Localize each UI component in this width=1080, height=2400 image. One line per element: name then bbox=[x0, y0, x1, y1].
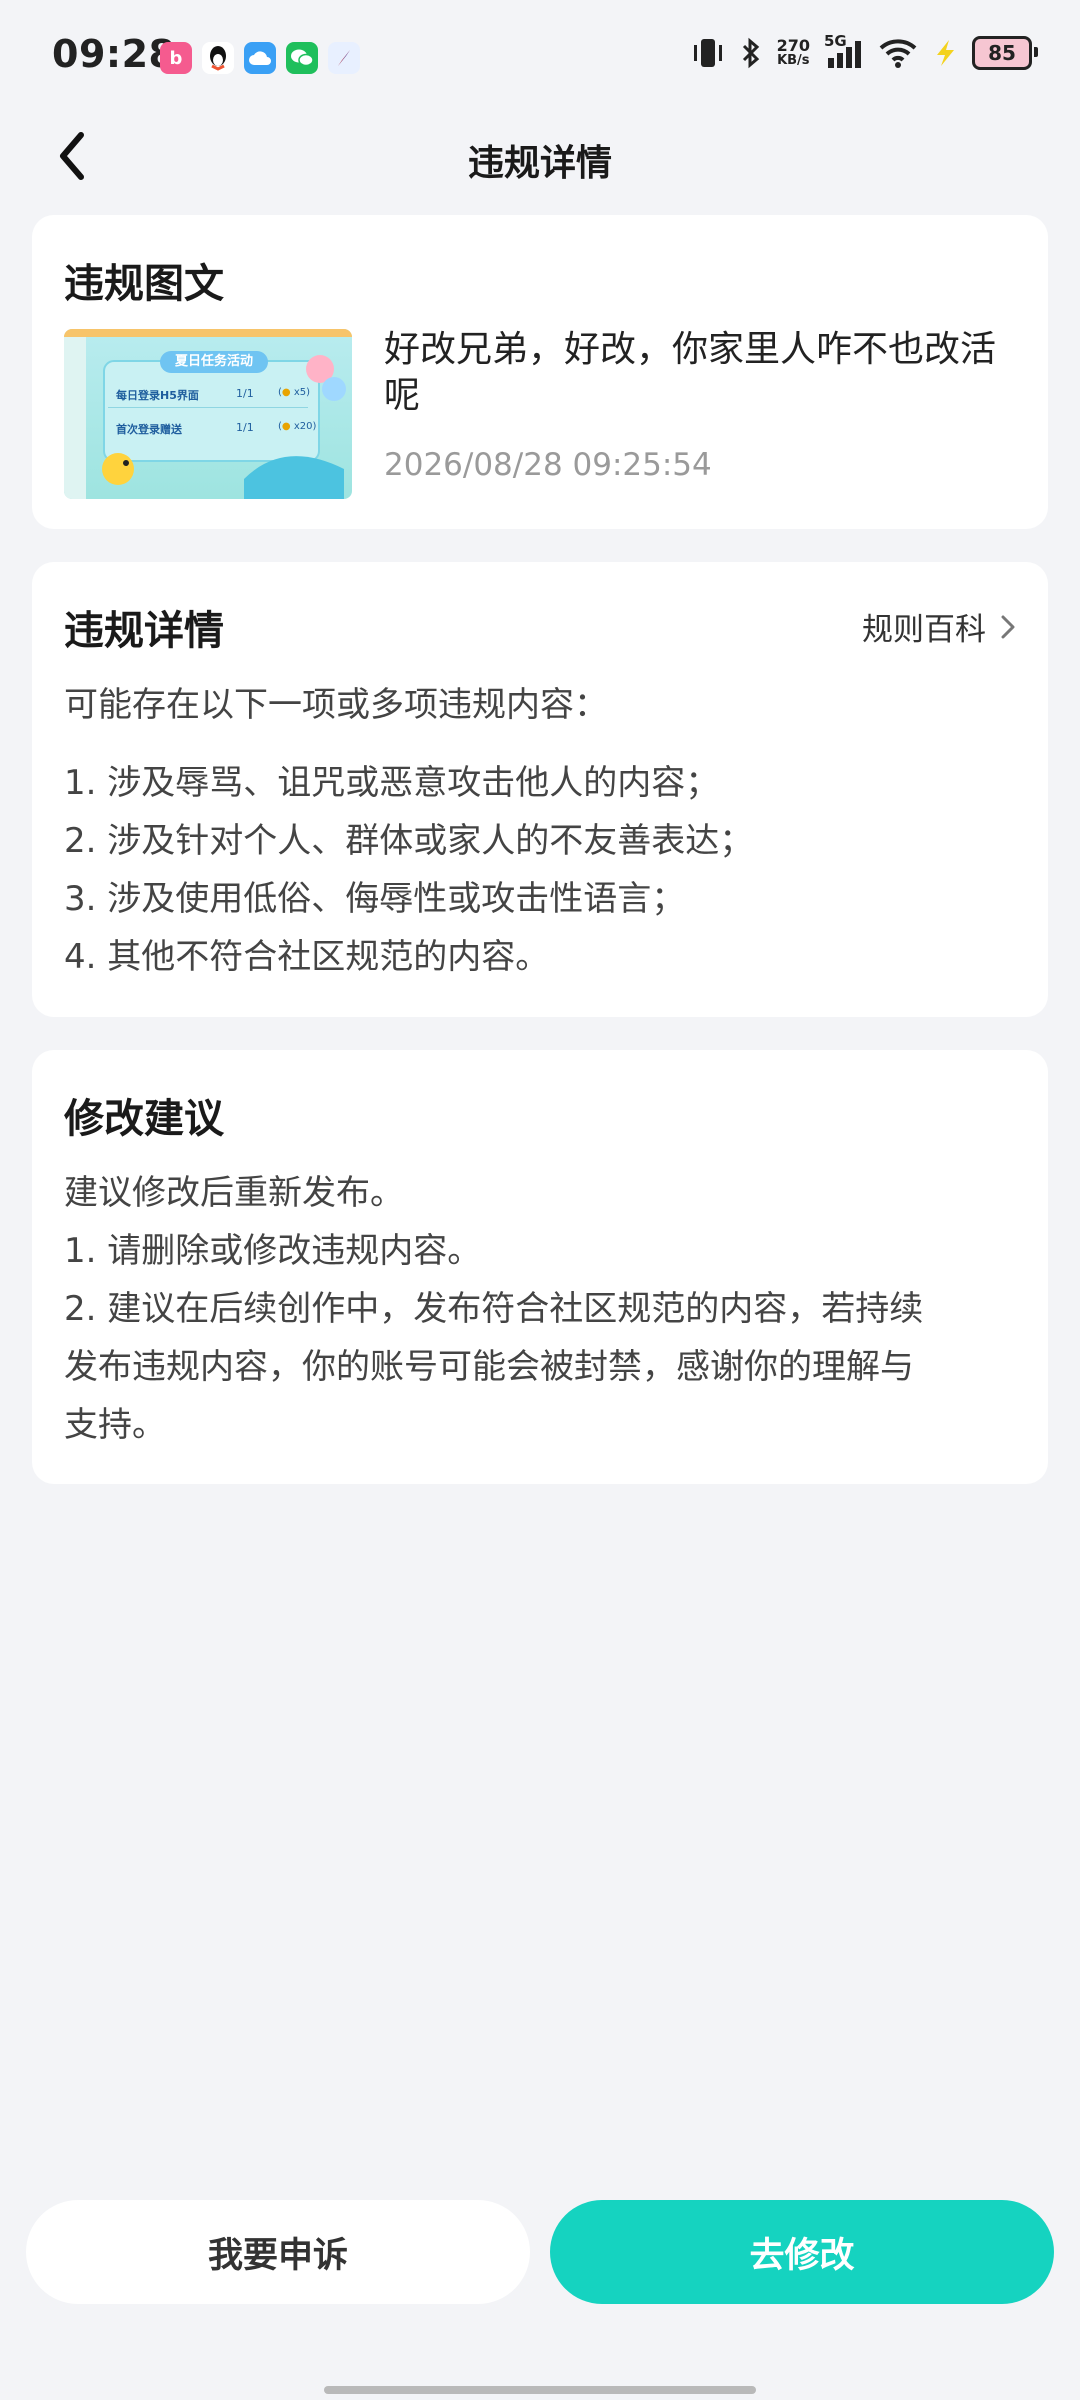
home-indicator[interactable] bbox=[324, 2386, 756, 2394]
rules-encyclopedia-link[interactable]: 规则百科 bbox=[862, 604, 1016, 649]
suggestion-line-5: 支持。 bbox=[64, 1405, 166, 1445]
charging-bolt-icon bbox=[937, 40, 954, 66]
net-speed-value: 270 bbox=[776, 36, 810, 55]
network-speed: 270 KB/s bbox=[776, 36, 810, 69]
violating-post-card: 违规图文 夏日任务活动 每日登录H5界面 1/1 (● x5) 首次登录赠送 1… bbox=[32, 215, 1048, 529]
post-text: 好改兄弟，好改，你家里人咋不也改活呢 bbox=[384, 329, 997, 416]
suggestion-line-3: 2. 建议在后续创作中，发布符合社区规范的内容，若持续 bbox=[64, 1289, 924, 1329]
thumbnail-row-1-reward-value: x5 bbox=[293, 387, 307, 398]
thumbnail-row-2-label: 首次登录赠送 bbox=[116, 423, 182, 436]
modification-suggestion-card: 修改建议 建议修改后重新发布。 1. 请删除或修改违规内容。 2. 建议在后续创… bbox=[32, 1050, 1048, 1484]
suggestion-line-1: 建议修改后重新发布。 bbox=[64, 1173, 404, 1213]
thumbnail-row-2-progress: 1/1 bbox=[236, 421, 254, 434]
rules-link-label: 规则百科 bbox=[862, 612, 986, 648]
suggestion-line-2: 1. 请删除或修改违规内容。 bbox=[64, 1231, 482, 1271]
page-title: 违规详情 bbox=[467, 143, 612, 184]
status-time: 09:28 bbox=[52, 32, 176, 76]
qq-icon bbox=[202, 42, 234, 74]
violation-card-title: 违规详情 bbox=[64, 608, 224, 654]
chevron-right-icon bbox=[1001, 615, 1015, 638]
thumbnail-row-1-reward: (● x5) bbox=[278, 387, 311, 398]
top-nav-bar: 违规详情 bbox=[0, 112, 1080, 202]
thumbnail-row-1-label: 每日登录H5界面 bbox=[116, 389, 199, 402]
net-speed-unit: KB/s bbox=[777, 53, 810, 68]
violation-item-3: 3. 涉及使用低俗、侮辱性或攻击性语言； bbox=[64, 879, 686, 919]
notification-icons: b bbox=[160, 42, 360, 74]
cellular-signal: 5G bbox=[824, 32, 864, 70]
compass-icon bbox=[328, 42, 360, 74]
bilibili-icon: b bbox=[160, 42, 192, 74]
thumbnail-row-1-progress: 1/1 bbox=[236, 387, 254, 400]
suggestion-line-4: 发布违规内容，你的账号可能会被封禁，感谢你的理解与 bbox=[64, 1347, 914, 1387]
thumbnail-banner: 夏日任务活动 bbox=[160, 351, 268, 373]
violation-item-1: 1. 涉及辱骂、诅咒或恶意攻击他人的内容； bbox=[64, 763, 720, 803]
violation-item-4: 4. 其他不符合社区规范的内容。 bbox=[64, 937, 550, 977]
violation-item-2: 2. 涉及针对个人、群体或家人的不友善表达； bbox=[64, 821, 754, 861]
thumbnail-divider bbox=[108, 407, 308, 408]
thumbnail-row-2-reward-value: x20 bbox=[293, 421, 313, 432]
post-thumbnail[interactable]: 夏日任务活动 每日登录H5界面 1/1 (● x5) 首次登录赠送 1/1 (●… bbox=[64, 329, 352, 499]
network-type: 5G bbox=[824, 32, 847, 50]
status-bar: 09:28 b 270 KB/s 5G 85 bbox=[0, 0, 1080, 112]
battery-level: 85 bbox=[988, 41, 1016, 65]
suggestion-card-title: 修改建议 bbox=[64, 1096, 224, 1142]
wechat-icon bbox=[286, 42, 318, 74]
go-modify-button[interactable]: 去修改 bbox=[550, 2200, 1054, 2304]
thumbnail-row-2-reward: (● x20) bbox=[278, 421, 317, 432]
system-icons: 270 KB/s 5G 85 bbox=[691, 32, 1038, 70]
appeal-button[interactable]: 我要申诉 bbox=[26, 2200, 530, 2304]
wifi-icon bbox=[879, 39, 917, 68]
violation-intro: 可能存在以下一项或多项违规内容： bbox=[64, 685, 608, 725]
cloud-icon bbox=[244, 42, 276, 74]
post-timestamp: 2026/08/28 09:25:54 bbox=[384, 447, 712, 483]
violation-details-card: 违规详情 规则百科 可能存在以下一项或多项违规内容： 1. 涉及辱骂、诅咒或恶意… bbox=[32, 562, 1048, 1017]
battery-indicator: 85 bbox=[972, 36, 1038, 70]
post-card-title: 违规图文 bbox=[64, 261, 224, 307]
vibrate-icon bbox=[693, 39, 722, 67]
thumbnail-row-1: 每日登录H5界面 bbox=[116, 387, 199, 403]
bluetooth-icon bbox=[742, 37, 759, 69]
